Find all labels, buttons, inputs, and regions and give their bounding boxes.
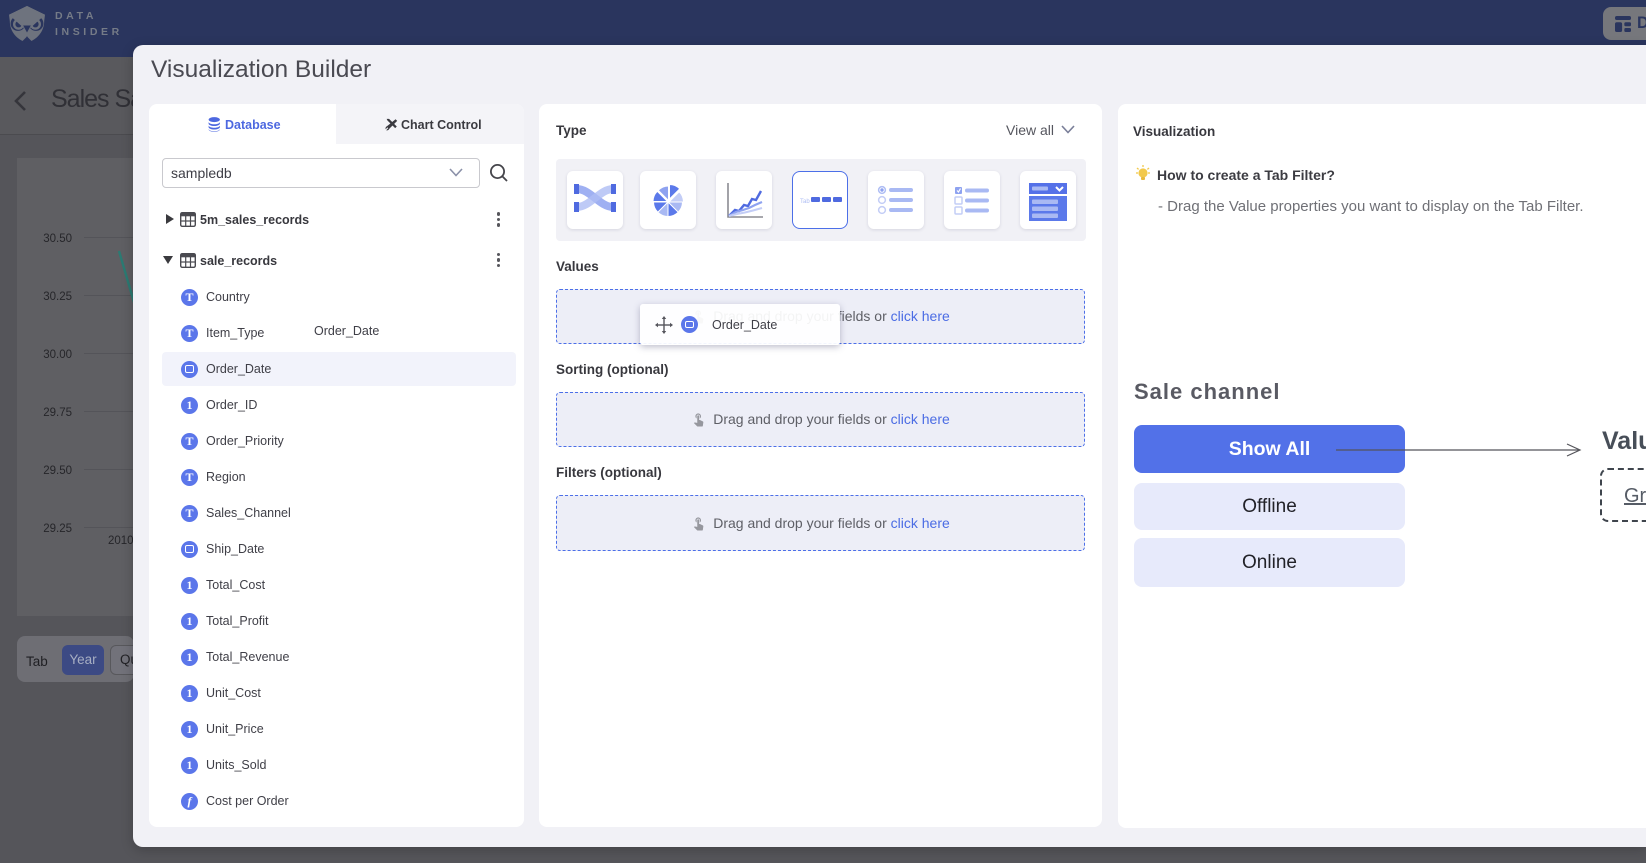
svg-text:Tab: Tab [800,199,810,205]
